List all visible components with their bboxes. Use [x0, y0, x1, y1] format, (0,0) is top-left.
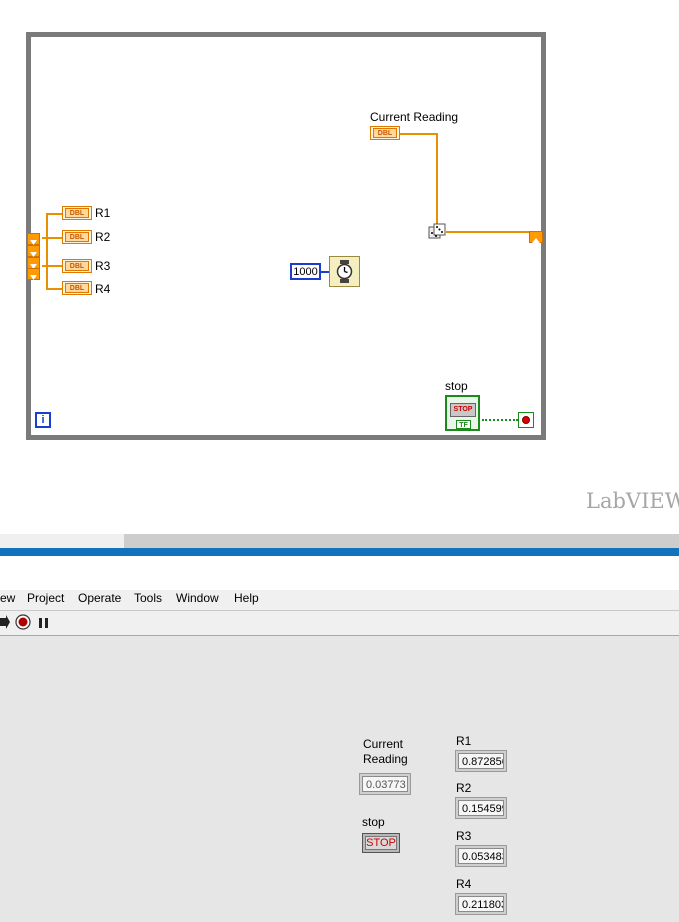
block-diagram: Current Reading DBL DBL R1 DBL R2 DBL R3… [0, 0, 679, 534]
random-number-function[interactable] [428, 222, 446, 242]
tunnel-left-1[interactable] [27, 233, 40, 245]
r1-indicator[interactable]: 0.872856 [455, 750, 507, 772]
window-title-bar [0, 548, 679, 556]
r3-indicator[interactable]: 0.053483 [455, 845, 507, 867]
current-reading-terminal[interactable]: DBL [370, 126, 400, 140]
r1-value: 0.872856 [458, 753, 504, 769]
wait-ms-constant[interactable]: 1000 [290, 263, 321, 280]
stop-terminal-label: stop [445, 379, 468, 393]
stop-terminal-button: STOP [450, 403, 476, 417]
pause-icon [39, 618, 48, 628]
wire-wait-constant [321, 271, 329, 273]
run-arrow-icon [0, 615, 10, 629]
current-reading-label-line2: Reading [363, 752, 408, 766]
wire-random-to-tunnel [446, 231, 530, 233]
tunnel-arrow-up-icon [532, 238, 540, 243]
r2-terminal-label: R2 [95, 230, 111, 244]
current-reading-value: 0.03773 [362, 776, 408, 792]
r4-terminal[interactable]: DBL [62, 281, 92, 295]
dbl-tag: DBL [65, 232, 89, 242]
abort-icon [15, 614, 31, 630]
r1-label: R1 [456, 734, 472, 748]
front-panel [0, 636, 679, 922]
r3-value: 0.053483 [458, 848, 504, 864]
r4-value: 0.211803 [458, 896, 504, 912]
dbl-tag: DBL [65, 208, 89, 218]
dice-icon [428, 223, 446, 239]
iteration-terminal[interactable]: i [35, 412, 51, 428]
stop-if-true-icon [522, 416, 530, 424]
wire-current-reading-v2 [436, 133, 438, 225]
tunnel-right[interactable] [529, 231, 543, 243]
menu-window[interactable]: Window [176, 590, 219, 610]
tf-tag: TF [456, 420, 471, 429]
r3-terminal[interactable]: DBL [62, 259, 92, 273]
r2-terminal[interactable]: DBL [62, 230, 92, 244]
front-panel-window-top [0, 556, 679, 590]
r4-terminal-label: R4 [95, 282, 111, 296]
loop-condition-terminal[interactable] [518, 412, 534, 428]
menu-help[interactable]: Help [234, 590, 259, 610]
r3-terminal-label: R3 [95, 259, 111, 273]
menu-project[interactable]: Project [27, 590, 64, 610]
labview-watermark: LabVIEW [586, 489, 679, 513]
stop-terminal[interactable]: STOP TF [445, 395, 480, 431]
tunnel-left-4[interactable] [27, 268, 40, 280]
dbl-tag: DBL [65, 283, 89, 293]
wait-ms-function[interactable] [329, 256, 360, 287]
r4-indicator[interactable]: 0.211803 [455, 893, 507, 915]
stop-terminal-text: STOP [453, 406, 473, 413]
r2-value: 0.154599 [458, 800, 504, 816]
wire-current-reading-v1 [400, 133, 437, 135]
dbl-tag: DBL [65, 261, 89, 271]
menu-operate[interactable]: Operate [78, 590, 121, 610]
current-reading-label-line1: Current [363, 737, 404, 751]
wire-r4 [46, 288, 62, 290]
r4-label: R4 [456, 877, 472, 891]
toolbar [0, 611, 679, 636]
wire-r1 [46, 213, 62, 215]
wire-r2 [42, 237, 62, 239]
watch-icon [336, 260, 353, 283]
tunnel-left-2[interactable] [27, 245, 40, 257]
r1-terminal-label: R1 [95, 206, 111, 220]
abort-button[interactable] [15, 614, 31, 630]
tunnel-arrow-down-icon [30, 275, 37, 280]
current-reading-indicator[interactable]: 0.03773 [359, 773, 411, 795]
stop-button-text: STOP [365, 836, 397, 850]
dbl-tag: DBL [373, 128, 397, 138]
pause-button[interactable] [38, 616, 50, 628]
run-continuously-button[interactable] [0, 615, 10, 629]
wire-stop-to-condition [482, 419, 518, 421]
wire-r-bus [46, 213, 48, 289]
stop-label: stop [362, 815, 385, 829]
r3-label: R3 [456, 829, 472, 843]
r2-indicator[interactable]: 0.154599 [455, 797, 507, 819]
r1-terminal[interactable]: DBL [62, 206, 92, 220]
current-reading-terminal-label: Current Reading [370, 110, 459, 124]
r2-label: R2 [456, 781, 472, 795]
wire-r3 [42, 265, 62, 267]
horizontal-scrollbar-thumb[interactable] [124, 534, 679, 548]
menu-view[interactable]: ew [0, 590, 15, 610]
menu-tools[interactable]: Tools [134, 590, 162, 610]
stop-button[interactable]: STOP [362, 833, 400, 853]
